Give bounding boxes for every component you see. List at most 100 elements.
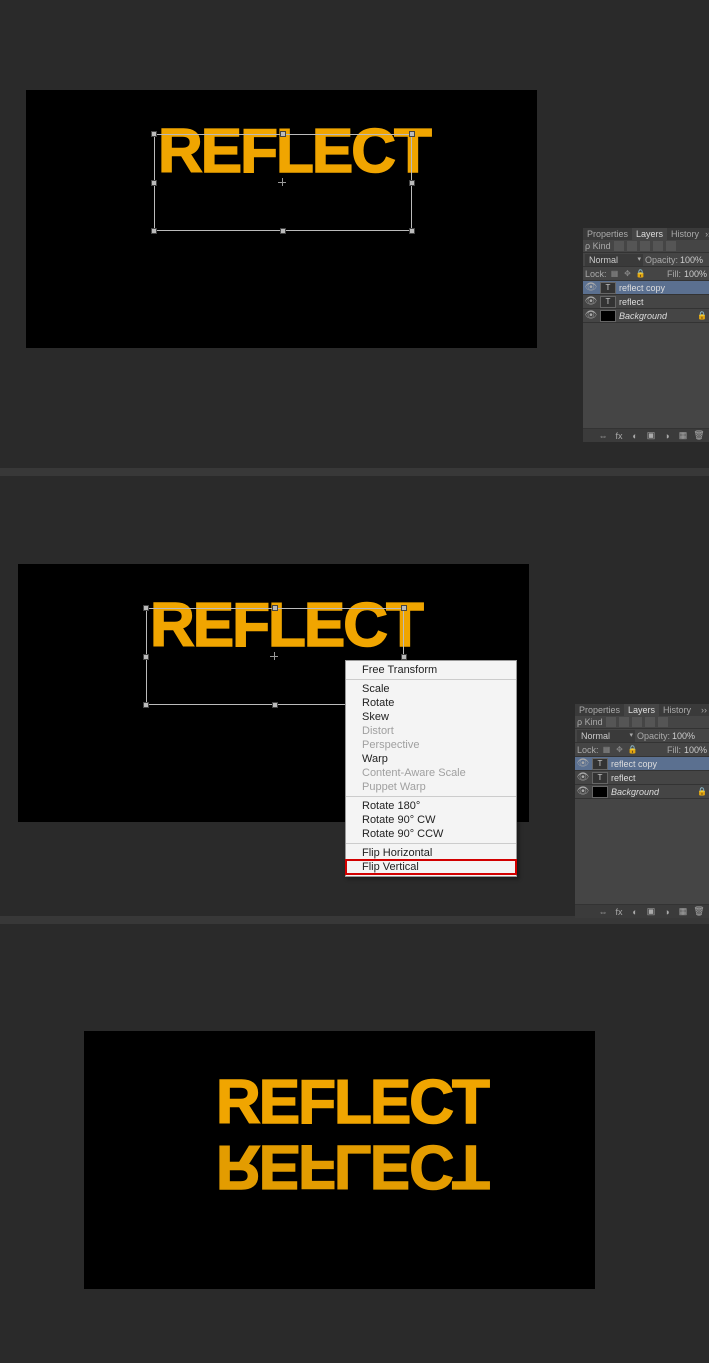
menu-distort: Distort <box>346 724 516 738</box>
layer-row-background[interactable]: 👁 Background 🔒 <box>575 785 709 799</box>
handle-bottom-center[interactable] <box>280 228 286 234</box>
new-group-icon[interactable]: ▣ <box>645 431 657 441</box>
blend-mode-select[interactable]: Normal <box>577 730 635 742</box>
document-canvas[interactable]: REFLECT <box>26 90 537 348</box>
visibility-toggle[interactable]: 👁 <box>577 786 589 798</box>
handle-mid-left[interactable] <box>143 654 149 660</box>
handle-top-left[interactable] <box>151 131 157 137</box>
lock-pixels-icon[interactable]: ▦ <box>602 745 612 755</box>
menu-rotate-180[interactable]: Rotate 180° <box>346 799 516 813</box>
panel-collapse-icon[interactable]: ›› <box>699 705 709 715</box>
tab-properties[interactable]: Properties <box>583 228 632 240</box>
menu-rotate-90-ccw[interactable]: Rotate 90° CCW <box>346 827 516 841</box>
tab-properties[interactable]: Properties <box>575 704 624 716</box>
handle-mid-left[interactable] <box>151 180 157 186</box>
layer-row-reflect[interactable]: 👁 reflect <box>583 295 709 309</box>
handle-bottom-right[interactable] <box>409 228 415 234</box>
handle-bottom-left[interactable] <box>143 702 149 708</box>
layer-row-background[interactable]: 👁 Background 🔒 <box>583 309 709 323</box>
filter-smart-icon[interactable] <box>666 241 676 251</box>
new-layer-icon[interactable]: ▦ <box>677 907 689 917</box>
menu-perspective: Perspective <box>346 738 516 752</box>
transform-anchor[interactable] <box>270 652 280 662</box>
menu-rotate-90-cw[interactable]: Rotate 90° CW <box>346 813 516 827</box>
layer-name[interactable]: Background <box>619 311 667 321</box>
visibility-toggle[interactable]: 👁 <box>585 310 597 322</box>
blend-row: Normal Opacity: 100% <box>575 729 709 743</box>
filter-smart-icon[interactable] <box>658 717 668 727</box>
handle-top-center[interactable] <box>280 131 286 137</box>
layer-name[interactable]: reflect copy <box>619 283 665 293</box>
layer-name[interactable]: reflect <box>619 297 644 307</box>
link-layers-icon[interactable]: ⇔ <box>597 907 609 917</box>
fill-value[interactable]: 100% <box>684 745 707 755</box>
layer-thumb-type <box>600 282 616 294</box>
lock-position-icon[interactable]: ✥ <box>623 269 633 279</box>
fx-icon[interactable]: fx <box>613 907 625 917</box>
filter-adjust-icon[interactable] <box>619 717 629 727</box>
filter-pixel-icon[interactable] <box>606 717 616 727</box>
link-layers-icon[interactable]: ⇔ <box>597 431 609 441</box>
new-group-icon[interactable]: ▣ <box>645 907 657 917</box>
layer-name[interactable]: Background <box>611 787 659 797</box>
layer-name[interactable]: reflect <box>611 773 636 783</box>
opacity-label: Opacity: <box>637 731 670 741</box>
menu-free-transform[interactable]: Free Transform <box>346 663 516 677</box>
document-canvas[interactable]: REFLECT REFLECT <box>84 1031 595 1289</box>
menu-flip-horizontal[interactable]: Flip Horizontal <box>346 846 516 860</box>
tab-history[interactable]: History <box>667 228 703 240</box>
menu-skew[interactable]: Skew <box>346 710 516 724</box>
handle-bottom-center[interactable] <box>272 702 278 708</box>
visibility-toggle[interactable]: 👁 <box>585 282 597 294</box>
menu-scale[interactable]: Scale <box>346 682 516 696</box>
trash-icon[interactable]: 🗑 <box>693 431 705 441</box>
layer-thumb-solid <box>592 786 608 798</box>
handle-top-right[interactable] <box>409 131 415 137</box>
filter-pixel-icon[interactable] <box>614 241 624 251</box>
handle-top-left[interactable] <box>143 605 149 611</box>
tab-layers[interactable]: Layers <box>624 704 659 716</box>
transform-anchor[interactable] <box>278 178 288 188</box>
transform-bounding-box[interactable] <box>154 134 412 231</box>
filter-shape-icon[interactable] <box>653 241 663 251</box>
filter-type-icon[interactable] <box>640 241 650 251</box>
layer-filter-row: ρ Kind <box>583 240 709 253</box>
layer-row-reflect-copy[interactable]: 👁 reflect copy <box>575 757 709 771</box>
panel-collapse-icon[interactable]: ›› <box>703 229 709 239</box>
lock-all-icon[interactable]: 🔒 <box>628 745 638 755</box>
lock-all-icon[interactable]: 🔒 <box>636 269 646 279</box>
filter-adjust-icon[interactable] <box>627 241 637 251</box>
handle-bottom-left[interactable] <box>151 228 157 234</box>
trash-icon[interactable]: 🗑 <box>693 907 705 917</box>
layer-name[interactable]: reflect copy <box>611 759 657 769</box>
filter-type-icon[interactable] <box>632 717 642 727</box>
filter-shape-icon[interactable] <box>645 717 655 727</box>
tab-history[interactable]: History <box>659 704 695 716</box>
fill-value[interactable]: 100% <box>684 269 707 279</box>
fx-icon[interactable]: fx <box>613 431 625 441</box>
blend-mode-select[interactable]: Normal <box>585 254 643 266</box>
adjustment-icon[interactable]: ◑ <box>661 907 673 917</box>
handle-mid-right[interactable] <box>409 180 415 186</box>
opacity-label: Opacity: <box>645 255 678 265</box>
visibility-toggle[interactable]: 👁 <box>577 772 589 784</box>
handle-mid-right[interactable] <box>401 654 407 660</box>
mask-icon[interactable]: ◐ <box>629 431 641 441</box>
layer-row-reflect-copy[interactable]: 👁 reflect copy <box>583 281 709 295</box>
opacity-value[interactable]: 100% <box>680 255 703 265</box>
handle-top-center[interactable] <box>272 605 278 611</box>
menu-rotate[interactable]: Rotate <box>346 696 516 710</box>
visibility-toggle[interactable]: 👁 <box>585 296 597 308</box>
visibility-toggle[interactable]: 👁 <box>577 758 589 770</box>
lock-pixels-icon[interactable]: ▦ <box>610 269 620 279</box>
menu-flip-vertical[interactable]: Flip Vertical <box>346 860 516 874</box>
menu-warp[interactable]: Warp <box>346 752 516 766</box>
mask-icon[interactable]: ◐ <box>629 907 641 917</box>
opacity-value[interactable]: 100% <box>672 731 695 741</box>
layer-row-reflect[interactable]: 👁 reflect <box>575 771 709 785</box>
new-layer-icon[interactable]: ▦ <box>677 431 689 441</box>
tab-layers[interactable]: Layers <box>632 228 667 240</box>
lock-position-icon[interactable]: ✥ <box>615 745 625 755</box>
adjustment-icon[interactable]: ◑ <box>661 431 673 441</box>
handle-top-right[interactable] <box>401 605 407 611</box>
